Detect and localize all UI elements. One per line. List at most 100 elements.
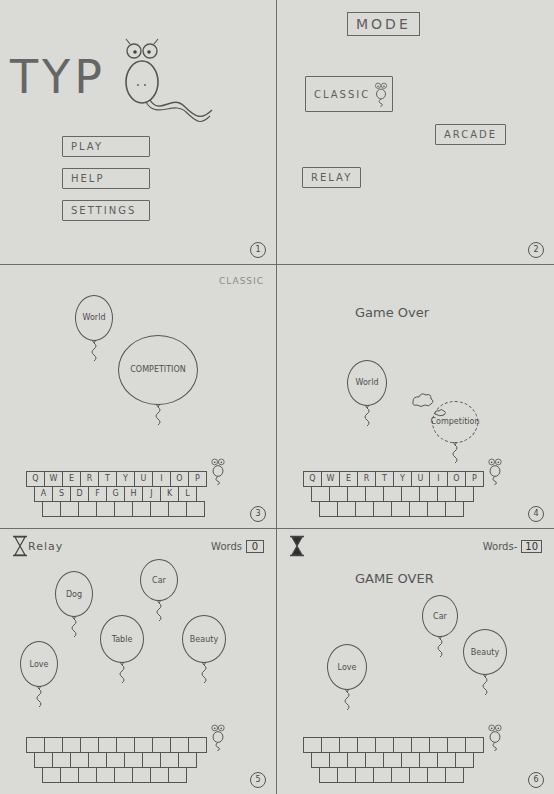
keyboard-key[interactable] [186, 501, 205, 517]
keyboard-key[interactable] [375, 737, 394, 753]
keyboard-key[interactable] [60, 501, 79, 517]
mode-button[interactable]: CLASSIC [305, 76, 393, 112]
keyboard-key[interactable]: P [465, 471, 484, 487]
keyboard-key[interactable] [170, 737, 189, 753]
keyboard-key[interactable] [337, 501, 356, 517]
keyboard-key[interactable] [373, 501, 392, 517]
keyboard-key[interactable] [357, 737, 376, 753]
keyboard-key[interactable] [152, 737, 171, 753]
keyboard-key[interactable]: D [70, 486, 89, 502]
keyboard-key[interactable]: O [447, 471, 466, 487]
keyboard-key[interactable] [329, 752, 348, 768]
keyboard-key[interactable] [429, 737, 448, 753]
keyboard-key[interactable] [60, 767, 79, 783]
keyboard-key[interactable] [78, 501, 97, 517]
mode-button[interactable]: ARCADE [435, 124, 506, 145]
keyboard-key[interactable] [321, 737, 340, 753]
keyboard-key[interactable] [447, 737, 466, 753]
keyboard-key[interactable]: A [34, 486, 53, 502]
keyboard-key[interactable] [365, 752, 384, 768]
keyboard-key[interactable] [106, 752, 125, 768]
menu-button[interactable]: SETTINGS [62, 200, 150, 221]
keyboard-key[interactable] [88, 752, 107, 768]
keyboard-key[interactable]: Y [116, 471, 135, 487]
keyboard-key[interactable] [160, 752, 179, 768]
keyboard-key[interactable]: K [160, 486, 179, 502]
keyboard-key[interactable] [150, 767, 169, 783]
keyboard-key[interactable] [373, 767, 392, 783]
keyboard-key[interactable] [124, 752, 143, 768]
keyboard-key[interactable]: Y [393, 471, 412, 487]
menu-button[interactable]: HELP [62, 168, 150, 189]
keyboard-key[interactable] [409, 767, 428, 783]
keyboard-key[interactable] [427, 767, 446, 783]
keyboard-key[interactable] [437, 486, 456, 502]
keyboard-key[interactable] [401, 486, 420, 502]
keyboard-key[interactable]: T [98, 471, 117, 487]
keyboard-key[interactable] [188, 737, 207, 753]
keyboard-key[interactable]: H [124, 486, 143, 502]
keyboard-key[interactable] [168, 767, 187, 783]
keyboard-key[interactable] [150, 501, 169, 517]
keyboard-key[interactable]: F [88, 486, 107, 502]
keyboard-key[interactable]: J [142, 486, 161, 502]
keyboard-key[interactable] [419, 752, 438, 768]
keyboard-key[interactable] [134, 737, 153, 753]
keyboard-key[interactable] [455, 486, 474, 502]
keyboard-key[interactable] [427, 501, 446, 517]
keyboard-key[interactable] [114, 501, 133, 517]
keyboard-key[interactable] [168, 501, 187, 517]
keyboard-key[interactable] [445, 501, 464, 517]
keyboard-key[interactable] [319, 501, 338, 517]
keyboard-key[interactable] [391, 501, 410, 517]
keyboard-key[interactable] [96, 501, 115, 517]
keyboard-key[interactable] [355, 767, 374, 783]
keyboard-key[interactable]: W [321, 471, 340, 487]
keyboard-key[interactable]: P [188, 471, 207, 487]
keyboard-key[interactable]: Q [26, 471, 45, 487]
keyboard-key[interactable] [311, 752, 330, 768]
keyboard-key[interactable] [80, 737, 99, 753]
keyboard-key[interactable] [329, 486, 348, 502]
keyboard-key[interactable] [355, 501, 374, 517]
keyboard-key[interactable] [178, 752, 197, 768]
keyboard-key[interactable] [52, 752, 71, 768]
keyboard-key[interactable] [401, 752, 420, 768]
keyboard-key[interactable] [44, 737, 63, 753]
keyboard-key[interactable] [393, 737, 412, 753]
menu-button[interactable]: PLAY [62, 136, 150, 157]
keyboard-key[interactable]: S [52, 486, 71, 502]
keyboard-key[interactable] [42, 767, 61, 783]
mode-button[interactable]: RELAY [302, 167, 361, 188]
keyboard-key[interactable] [78, 767, 97, 783]
keyboard-key[interactable] [411, 737, 430, 753]
keyboard-key[interactable]: W [44, 471, 63, 487]
keyboard-key[interactable] [391, 767, 410, 783]
keyboard-key[interactable] [132, 767, 151, 783]
keyboard-key[interactable] [34, 752, 53, 768]
keyboard-key[interactable] [42, 501, 61, 517]
keyboard-key[interactable] [347, 752, 366, 768]
keyboard-key[interactable]: R [80, 471, 99, 487]
keyboard-key[interactable]: Q [303, 471, 322, 487]
keyboard-key[interactable] [337, 767, 356, 783]
keyboard-key[interactable]: U [134, 471, 153, 487]
keyboard-key[interactable] [26, 737, 45, 753]
keyboard-key[interactable] [383, 752, 402, 768]
keyboard-key[interactable] [383, 486, 402, 502]
keyboard-key[interactable] [455, 752, 474, 768]
keyboard-key[interactable] [437, 752, 456, 768]
keyboard-key[interactable]: U [411, 471, 430, 487]
keyboard-key[interactable] [303, 737, 322, 753]
keyboard-key[interactable] [142, 752, 161, 768]
keyboard-key[interactable] [419, 486, 438, 502]
keyboard-key[interactable] [132, 501, 151, 517]
keyboard-key[interactable] [465, 737, 484, 753]
keyboard-key[interactable] [319, 767, 338, 783]
keyboard-key[interactable] [365, 486, 384, 502]
keyboard-key[interactable] [96, 767, 115, 783]
keyboard-key[interactable] [311, 486, 330, 502]
keyboard-key[interactable] [445, 767, 464, 783]
keyboard-key[interactable]: E [62, 471, 81, 487]
keyboard-key[interactable] [114, 767, 133, 783]
